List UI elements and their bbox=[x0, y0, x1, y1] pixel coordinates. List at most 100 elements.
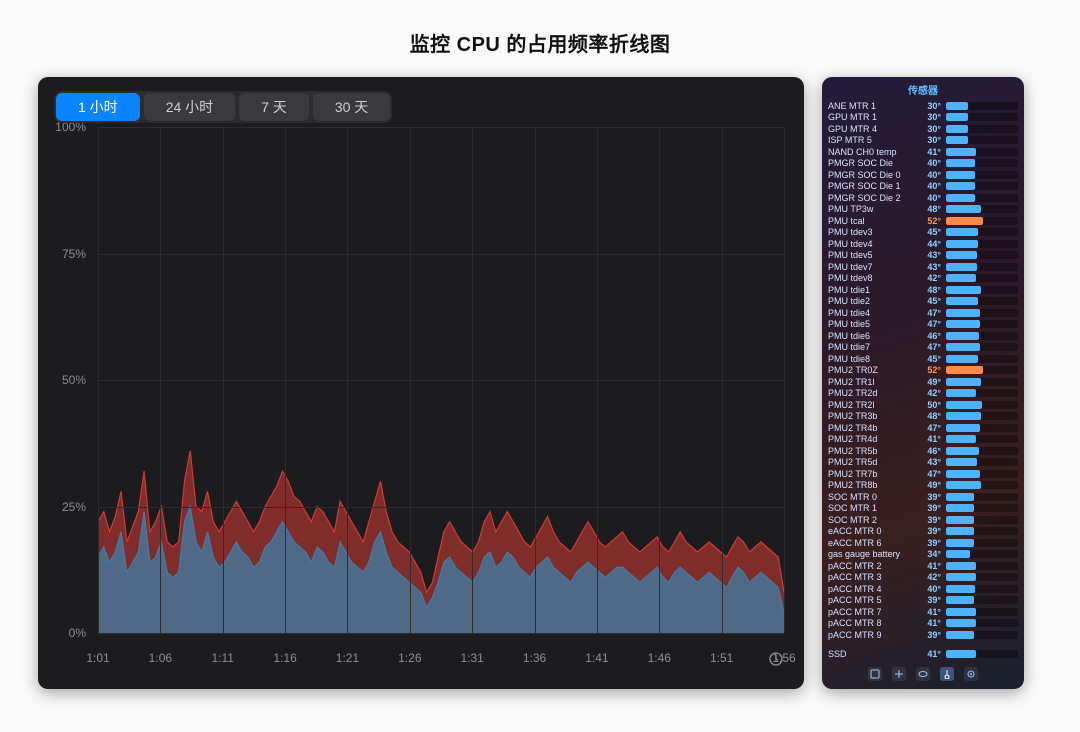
sensor-row[interactable]: SSD41° bbox=[828, 649, 1018, 661]
x-axis-label: 1:41 bbox=[585, 651, 608, 665]
sensor-row[interactable]: PMU tdie148° bbox=[828, 284, 1018, 296]
tab-24小时[interactable]: 24 小时 bbox=[144, 93, 235, 121]
sensor-bar bbox=[946, 148, 1018, 156]
sensor-name: SOC MTR 2 bbox=[828, 515, 916, 525]
sensor-row[interactable]: PMU tdev743° bbox=[828, 261, 1018, 273]
toolbar-sensor-icon[interactable] bbox=[940, 667, 954, 681]
sensor-row[interactable]: PMGR SOC Die 040° bbox=[828, 169, 1018, 181]
sensor-name: SSD bbox=[828, 649, 916, 659]
sensor-row[interactable]: PMU tdie245° bbox=[828, 296, 1018, 308]
sensor-row[interactable]: PMU2 TR7b47° bbox=[828, 468, 1018, 480]
sensor-row[interactable]: ANE MTR 130° bbox=[828, 100, 1018, 112]
sensor-row[interactable]: PMU2 TR5d43° bbox=[828, 457, 1018, 469]
sensor-name: PMGR SOC Die bbox=[828, 158, 916, 168]
sensor-value: 40° bbox=[919, 181, 943, 191]
gridline-x bbox=[535, 127, 536, 633]
sensor-panel: 传感器 ANE MTR 130°GPU MTR 130°GPU MTR 430°… bbox=[822, 77, 1024, 689]
sensor-bar bbox=[946, 389, 1018, 397]
toolbar-settings-icon[interactable] bbox=[964, 667, 978, 681]
sensor-row[interactable]: SOC MTR 139° bbox=[828, 503, 1018, 515]
sensor-row[interactable]: PMU TP3w48° bbox=[828, 204, 1018, 216]
sensor-value: 52° bbox=[919, 365, 943, 375]
sensor-name: PMU tdev7 bbox=[828, 262, 916, 272]
sensor-value: 39° bbox=[919, 630, 943, 640]
sensor-row[interactable]: PMU2 TR3b48° bbox=[828, 411, 1018, 423]
sensor-row[interactable]: GPU MTR 130° bbox=[828, 112, 1018, 124]
sensor-row[interactable]: PMGR SOC Die 140° bbox=[828, 181, 1018, 193]
sensor-bar bbox=[946, 470, 1018, 478]
sensor-row[interactable]: PMU tdev842° bbox=[828, 273, 1018, 285]
sensor-row[interactable]: PMU tdie547° bbox=[828, 319, 1018, 331]
sensor-row[interactable]: PMU2 TR2d42° bbox=[828, 388, 1018, 400]
tab-1小时[interactable]: 1 小时 bbox=[56, 93, 140, 121]
sensor-panel-title: 传感器 bbox=[822, 77, 1024, 100]
sensor-row[interactable]: GPU MTR 430° bbox=[828, 123, 1018, 135]
sensor-row[interactable]: PMU2 TR4b47° bbox=[828, 422, 1018, 434]
sensor-row[interactable]: pACC MTR 342° bbox=[828, 572, 1018, 584]
sensor-row[interactable]: PMU tdie447° bbox=[828, 307, 1018, 319]
x-axis-label: 1:31 bbox=[460, 651, 483, 665]
sensor-row[interactable]: pACC MTR 241° bbox=[828, 560, 1018, 572]
sensor-name: PMU tdev4 bbox=[828, 239, 916, 249]
tab-30天[interactable]: 30 天 bbox=[313, 93, 390, 121]
sensor-row[interactable]: PMU2 TR8b49° bbox=[828, 480, 1018, 492]
sensor-row[interactable]: SOC MTR 039° bbox=[828, 491, 1018, 503]
sensor-row[interactable]: PMU2 TR0Z52° bbox=[828, 365, 1018, 377]
sensor-row[interactable]: PMU2 TR4d41° bbox=[828, 434, 1018, 446]
sensor-value: 45° bbox=[919, 354, 943, 364]
sensor-name: GPU MTR 1 bbox=[828, 112, 916, 122]
sensor-row[interactable]: PMGR SOC Die 240° bbox=[828, 192, 1018, 204]
sensor-name: ISP MTR 5 bbox=[828, 135, 916, 145]
sensor-row[interactable]: PMU tdie845° bbox=[828, 353, 1018, 365]
sensor-row[interactable]: eACC MTR 639° bbox=[828, 537, 1018, 549]
sensor-value: 30° bbox=[919, 124, 943, 134]
sensor-value: 42° bbox=[919, 572, 943, 582]
sensor-row[interactable]: gas gauge battery34° bbox=[828, 549, 1018, 561]
sensor-row[interactable]: PMU tdev543° bbox=[828, 250, 1018, 262]
sensor-row[interactable]: pACC MTR 841° bbox=[828, 618, 1018, 630]
sensor-value: 39° bbox=[919, 538, 943, 548]
sensor-row[interactable]: PMU tdev444° bbox=[828, 238, 1018, 250]
sensor-row[interactable]: PMU2 TR1l49° bbox=[828, 376, 1018, 388]
sensor-row[interactable]: SOC MTR 239° bbox=[828, 514, 1018, 526]
toolbar-network-icon[interactable] bbox=[892, 667, 906, 681]
sensor-row[interactable]: PMU tdev345° bbox=[828, 227, 1018, 239]
sensor-row[interactable]: pACC MTR 939° bbox=[828, 629, 1018, 641]
sensor-row[interactable]: PMU tdie646° bbox=[828, 330, 1018, 342]
sensor-bar bbox=[946, 401, 1018, 409]
tab-7天[interactable]: 7 天 bbox=[239, 93, 309, 121]
sensor-row[interactable]: pACC MTR 440° bbox=[828, 583, 1018, 595]
sensor-value: 40° bbox=[919, 158, 943, 168]
sensor-bar bbox=[946, 251, 1018, 259]
sensor-row[interactable]: eACC MTR 039° bbox=[828, 526, 1018, 538]
x-axis-label: 1:06 bbox=[149, 651, 172, 665]
toolbar-cpu-icon[interactable] bbox=[868, 667, 882, 681]
sensor-row[interactable]: PMU2 TR2l50° bbox=[828, 399, 1018, 411]
sensor-value: 47° bbox=[919, 423, 943, 433]
sensor-value: 49° bbox=[919, 377, 943, 387]
sensor-row[interactable]: NAND CH0 temp41° bbox=[828, 146, 1018, 158]
sensor-row[interactable]: PMGR SOC Die40° bbox=[828, 158, 1018, 170]
sensor-bar bbox=[946, 585, 1018, 593]
sensor-name: PMU tdev3 bbox=[828, 227, 916, 237]
sensor-row[interactable]: PMU tcal52° bbox=[828, 215, 1018, 227]
sensor-name: PMU2 TR1l bbox=[828, 377, 916, 387]
sensor-bar bbox=[946, 228, 1018, 236]
sensor-value: 43° bbox=[919, 262, 943, 272]
sensor-value: 40° bbox=[919, 193, 943, 203]
sensor-row[interactable]: PMU tdie747° bbox=[828, 342, 1018, 354]
sensor-value: 39° bbox=[919, 595, 943, 605]
y-axis-label: 0% bbox=[46, 626, 86, 640]
sensor-bar bbox=[946, 435, 1018, 443]
x-axis-label: 1:51 bbox=[710, 651, 733, 665]
gridline-x bbox=[347, 127, 348, 633]
gridline-x bbox=[160, 127, 161, 633]
gridline-x bbox=[597, 127, 598, 633]
sensor-row[interactable]: pACC MTR 741° bbox=[828, 606, 1018, 618]
sensor-row[interactable]: ISP MTR 530° bbox=[828, 135, 1018, 147]
sensor-row[interactable]: pACC MTR 539° bbox=[828, 595, 1018, 607]
toolbar-disk-icon[interactable] bbox=[916, 667, 930, 681]
sensor-value: 41° bbox=[919, 434, 943, 444]
sensor-bar bbox=[946, 447, 1018, 455]
sensor-row[interactable]: PMU2 TR5b46° bbox=[828, 445, 1018, 457]
